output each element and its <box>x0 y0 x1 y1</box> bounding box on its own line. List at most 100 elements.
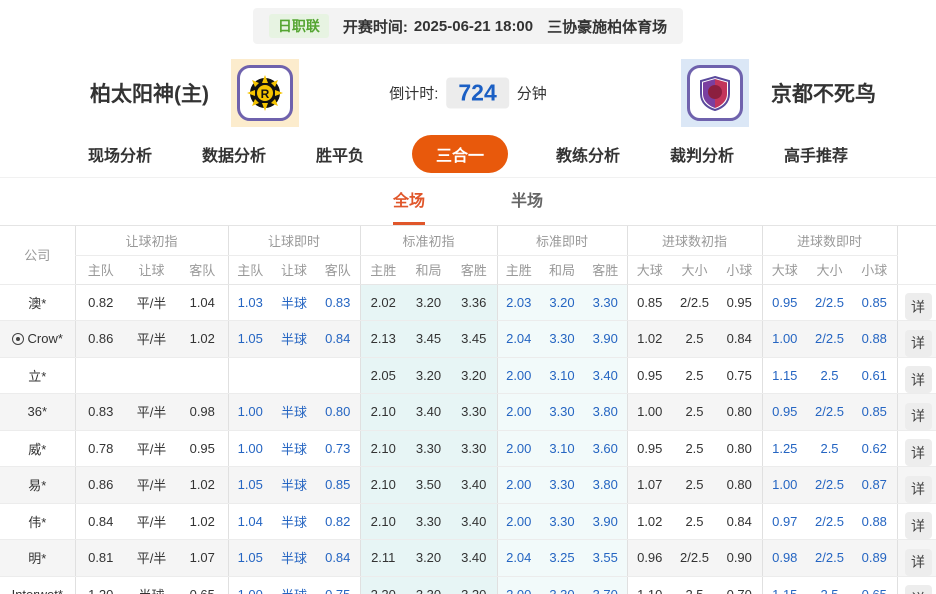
detail-button[interactable]: 详 <box>904 548 932 576</box>
countdown: 倒计时: 724 分钟 <box>389 77 547 109</box>
odds-cell: 3.30 <box>540 503 584 540</box>
odds-cell: 平/半 <box>126 466 177 504</box>
odds-cell: 3.25 <box>540 539 584 577</box>
odds-cell: 0.78 <box>74 430 126 467</box>
odds-cell: 平/半 <box>126 393 177 431</box>
sub-column-header: 和局 <box>540 255 584 285</box>
svg-text:R: R <box>261 87 270 101</box>
detail-button[interactable]: 详 <box>904 512 932 539</box>
odds-cell: 1.15 <box>761 357 808 394</box>
odds-cell: 0.95 <box>761 393 808 431</box>
odds-cell: 3.10 <box>540 357 584 394</box>
countdown-label: 倒计时: <box>389 85 439 103</box>
detail-button[interactable]: 详 <box>904 366 932 393</box>
sub-column-header: 客胜 <box>584 255 627 285</box>
detail-button[interactable]: 详 <box>904 402 932 430</box>
company-name: Crow* <box>0 320 75 358</box>
odds-cell: 半球 <box>272 284 316 321</box>
odds-cell: 3.30 <box>540 393 584 431</box>
odds-cell: 3.50 <box>406 466 451 504</box>
odds-cell: 1.07 <box>626 466 672 504</box>
odds-cell: 0.84 <box>316 320 360 358</box>
odds-cell: 1.03 <box>227 284 272 321</box>
odds-cell: 半球 <box>272 320 316 358</box>
odds-cell: 0.96 <box>626 539 672 577</box>
odds-cell: 0.88 <box>852 320 898 358</box>
odds-cell: 半球 <box>272 393 316 431</box>
odds-cell: 2.11 <box>359 539 406 577</box>
odds-cell: 2/2.5 <box>807 320 853 358</box>
countdown-value: 724 <box>446 77 509 109</box>
nav-tab-0[interactable]: 现场分析 <box>86 135 154 173</box>
odds-cell: 3.36 <box>451 284 497 321</box>
ball-icon <box>11 333 24 346</box>
odds-cell: 3.30 <box>406 430 451 467</box>
odds-cell: 3.20 <box>540 284 584 321</box>
odds-cell: 0.75 <box>316 576 360 594</box>
odds-cell <box>316 357 360 394</box>
odds-cell: 0.80 <box>717 393 763 431</box>
detail-button[interactable]: 详 <box>904 329 932 357</box>
detail-button[interactable]: 详 <box>904 439 932 466</box>
company-name-label: 明* <box>28 551 47 567</box>
odds-cell: 1.25 <box>761 430 808 467</box>
away-team-logo-icon <box>681 59 749 127</box>
odds-cell: 2.5 <box>672 466 717 504</box>
odds-cell: 0.95 <box>626 357 672 394</box>
odds-cell: 1.10 <box>626 576 672 594</box>
nav-tab-4[interactable]: 教练分析 <box>554 135 622 173</box>
odds-cell: 0.86 <box>74 466 126 504</box>
odds-cell: 0.65 <box>852 576 898 594</box>
odds-cell: 2.10 <box>359 503 406 540</box>
nav-tab-6[interactable]: 高手推荐 <box>782 135 850 173</box>
company-name: 威* <box>0 430 75 467</box>
sub-column-header: 客队 <box>316 255 360 285</box>
table-row: Crow* 0.86 平/半 1.02 1.05 半球 0.84 2.13 3.45 3.45 2.… <box>0 320 936 358</box>
detail-button[interactable]: 详 <box>904 293 932 320</box>
sub-column-header: 主队 <box>74 255 126 285</box>
action-cell: 详 <box>896 393 936 431</box>
sub-column-header: 大球 <box>626 255 672 285</box>
nav-tab-3[interactable]: 三合一 <box>411 134 508 173</box>
odds-cell: 2/2.5 <box>672 284 717 321</box>
odds-cell: 2.5 <box>807 357 853 394</box>
odds-cell: 1.05 <box>227 320 272 358</box>
nav-tab-5[interactable]: 裁判分析 <box>668 135 736 173</box>
league-badge: 日职联 <box>268 14 329 38</box>
odds-cell: 3.10 <box>540 430 584 467</box>
period-tab-0[interactable]: 全场 <box>392 187 425 225</box>
company-name: Interwet* <box>0 576 75 594</box>
detail-button[interactable]: 详 <box>904 585 932 594</box>
odds-cell: 3.30 <box>406 576 451 594</box>
table-row: Interwet*1.20半球0.651.00半球0.752.203.303.2… <box>0 576 936 594</box>
odds-cell: 3.30 <box>540 320 584 358</box>
odds-cell: 2.5 <box>807 430 853 467</box>
odds-cell: 0.62 <box>852 430 898 467</box>
odds-cell: 平/半 <box>126 539 177 577</box>
odds-cell: 0.70 <box>717 576 763 594</box>
odds-cell: 0.80 <box>717 466 763 504</box>
group-header: 标准即时 <box>496 226 627 256</box>
odds-cell: 0.88 <box>852 503 898 540</box>
odds-cell: 0.85 <box>626 284 672 321</box>
odds-cell: 0.95 <box>626 430 672 467</box>
odds-cell: 平/半 <box>126 430 177 467</box>
detail-button[interactable]: 详 <box>904 475 932 503</box>
odds-cell: 1.04 <box>177 284 228 321</box>
odds-cell: 2/2.5 <box>672 539 717 577</box>
odds-cell: 1.05 <box>227 539 272 577</box>
odds-cell: 3.30 <box>540 576 584 594</box>
nav-tab-1[interactable]: 数据分析 <box>200 135 268 173</box>
odds-cell: 2.05 <box>359 357 406 394</box>
odds-cell: 2.02 <box>359 284 406 321</box>
odds-cell: 2.5 <box>807 576 853 594</box>
kickoff-label: 开赛时间: <box>342 18 408 36</box>
odds-cell: 0.85 <box>852 284 898 321</box>
odds-cell: 3.40 <box>451 539 497 577</box>
company-name-label: Interwet* <box>12 587 63 594</box>
odds-cell: 0.85 <box>316 466 360 504</box>
odds-cell: 3.30 <box>451 393 497 431</box>
odds-cell: 0.97 <box>761 503 808 540</box>
nav-tab-2[interactable]: 胜平负 <box>314 135 366 173</box>
period-tab-1[interactable]: 半场 <box>511 187 543 225</box>
